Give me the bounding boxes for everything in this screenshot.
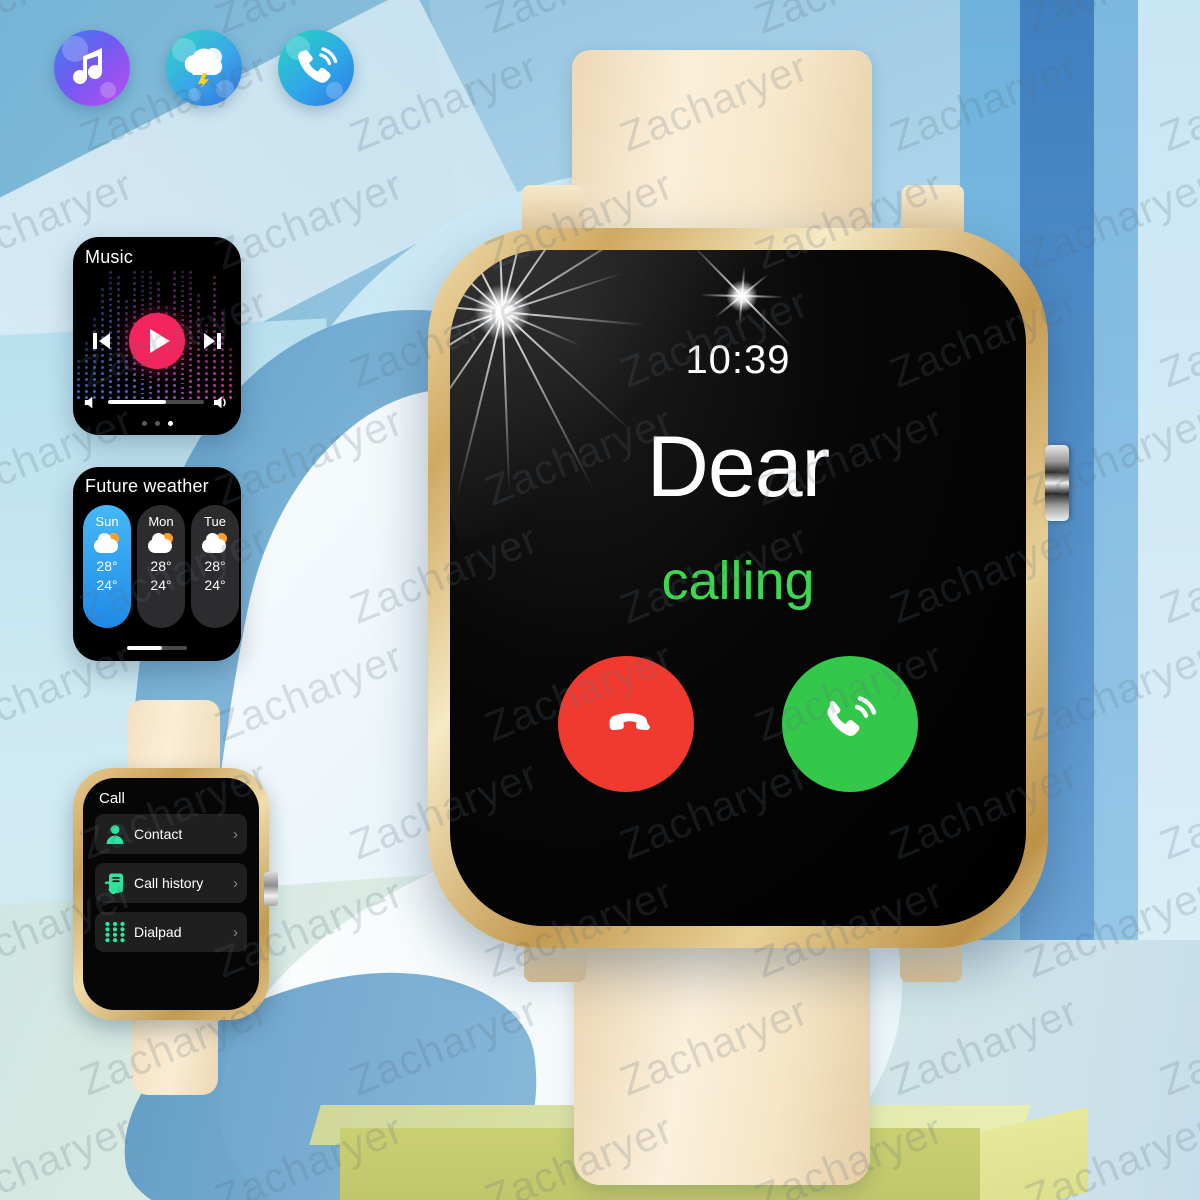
weather-day-column[interactable]: Mon 28° 24° [137,505,185,628]
volume-low-icon[interactable] [83,395,100,410]
main-watch-side-button[interactable] [1045,445,1069,521]
call-menu-item[interactable]: Contact › [95,814,247,854]
page-dot[interactable] [142,421,147,426]
weather-high-temp: 28° [150,558,171,574]
phone-ring-icon [294,44,338,93]
main-watch: 10:39 Dear calling [412,60,1092,1180]
partly-cloudy-icon [202,533,228,553]
weather-day-label: Tue [204,514,226,529]
cloud-lightning-icon [179,43,229,94]
contact-person-icon [104,823,126,845]
small-watch-call-menu: Call Contact › Call history › Dialpad › [60,700,285,1080]
weather-card-title: Future weather [85,476,209,497]
partly-cloudy-icon [94,533,120,553]
music-volume-row [73,391,241,413]
call-status-text: calling [450,550,1026,612]
weather-day-column[interactable]: Tue 28° 24° [191,505,239,628]
page-dot-active[interactable] [168,421,173,426]
volume-high-icon[interactable] [212,395,231,410]
product-image-stage: Music Future weather Sun 28° 24° Mon 28°… [0,0,1200,1200]
chevron-right-icon: › [233,875,238,892]
call-menu-item-label: Contact [134,826,233,842]
call-history-icon [104,872,126,894]
call-menu-item[interactable]: Dialpad › [95,912,247,952]
dialpad-icon [104,921,126,943]
weather-low-temp: 24° [150,577,171,593]
small-watch-strap-bottom [132,1010,218,1095]
decline-call-icon [587,685,665,763]
volume-slider[interactable] [108,400,204,404]
play-icon[interactable] [129,313,185,369]
app-icon-row [54,30,354,106]
main-watch-body: 10:39 Dear calling [428,228,1048,948]
main-watch-screen: 10:39 Dear calling [450,250,1026,926]
music-note-icon [72,45,112,92]
previous-track-icon[interactable] [89,329,113,353]
weather-high-temp: 28° [96,558,117,574]
page-dot[interactable] [155,421,160,426]
weather-low-temp: 24° [204,577,225,593]
partly-cloudy-icon [148,533,174,553]
weather-day-label: Mon [148,514,173,529]
music-app-icon[interactable] [54,30,130,106]
music-page-dots [73,421,241,426]
music-screen-card: Music [73,237,241,435]
call-menu-item-label: Call history [134,875,233,891]
chevron-right-icon: › [233,826,238,843]
weather-day-column[interactable]: Sun 28° 24° [83,505,131,628]
weather-screen-card: Future weather Sun 28° 24° Mon 28° 24° Tue 28° 2… [73,467,241,661]
chevron-right-icon: › [233,924,238,941]
music-card-title: Music [85,247,133,268]
weather-low-temp: 24° [96,577,117,593]
call-app-icon[interactable] [278,30,354,106]
accept-call-icon [811,685,889,763]
small-watch-body: Call Contact › Call history › Dialpad › [73,768,269,1020]
weather-day-columns: Sun28°24°Mon28°24°Tue28°24°W22 [83,505,241,628]
accept-call-button[interactable] [782,656,918,792]
call-action-row [450,656,1026,792]
weather-app-icon[interactable] [166,30,242,106]
small-watch-side-button[interactable] [264,872,278,906]
small-watch-screen: Call Contact › Call history › Dialpad › [83,778,259,1010]
main-watch-strap-bottom [574,945,870,1185]
call-menu-item[interactable]: Call history › [95,863,247,903]
decline-call-button[interactable] [558,656,694,792]
weather-day-label: Sun [95,514,118,529]
call-menu-item-label: Dialpad [134,924,233,940]
call-menu-list: Contact › Call history › Dialpad › [95,814,247,961]
weather-high-temp: 28° [204,558,225,574]
call-menu-title: Call [99,790,125,807]
next-track-icon[interactable] [201,329,225,353]
weather-scroll-indicator[interactable] [127,646,187,650]
